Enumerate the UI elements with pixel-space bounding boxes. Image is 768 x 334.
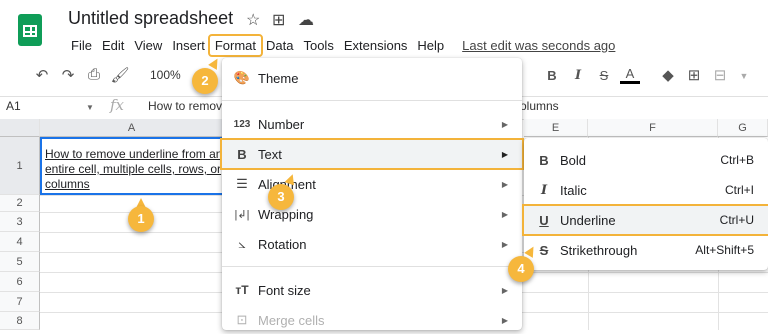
last-edit-link[interactable]: Last edit was seconds ago: [457, 36, 620, 55]
menu-item-theme[interactable]: 🎨 Theme: [222, 64, 522, 92]
menu-extensions[interactable]: Extensions: [339, 36, 413, 55]
row-header-5[interactable]: 5: [0, 252, 40, 272]
bold-icon: B: [539, 152, 549, 168]
submenu-arrow-icon: ▶: [501, 315, 508, 325]
shortcut-label: Ctrl+U: [719, 213, 754, 227]
undo-icon[interactable]: ↶: [32, 66, 52, 84]
menu-file[interactable]: File: [66, 36, 97, 55]
number-format-icon: 123: [233, 118, 251, 130]
submenu-arrow-icon: ▶: [501, 285, 508, 295]
redo-icon[interactable]: ↷: [58, 66, 78, 84]
italic-icon: I: [540, 182, 548, 198]
submenu-arrow-icon: ▶: [501, 179, 508, 189]
select-all-corner[interactable]: [0, 119, 40, 137]
text-color-icon[interactable]: A: [620, 66, 640, 84]
formula-input-overflow[interactable]: olumns: [520, 99, 559, 113]
menu-item-text[interactable]: B Text ▶: [220, 138, 524, 170]
menu-item-label: Theme: [258, 70, 299, 86]
row-header-8[interactable]: 8: [0, 312, 40, 330]
italic-icon[interactable]: I: [568, 68, 588, 83]
underline-icon: U: [539, 212, 549, 228]
menu-item-label: Underline: [560, 212, 616, 228]
merge-dropdown-icon[interactable]: ▼: [734, 71, 754, 81]
menu-item-label: Text: [258, 146, 282, 162]
submenu-item-italic[interactable]: I Italic Ctrl+I: [524, 176, 768, 204]
menu-item-wrapping[interactable]: |↲| Wrapping ▶: [222, 200, 522, 228]
column-header-e[interactable]: E: [524, 119, 588, 137]
merge-cells-icon: ⊡: [236, 312, 248, 327]
menu-item-rotation[interactable]: ⦣ Rotation ▶: [222, 230, 522, 258]
star-icon[interactable]: ☆: [246, 10, 260, 30]
print-icon[interactable]: ⎙: [84, 66, 104, 83]
text-submenu: B Bold Ctrl+B I Italic Ctrl+I U Underlin…: [522, 138, 768, 270]
borders-icon[interactable]: ⊞: [684, 66, 704, 84]
submenu-arrow-icon: ▶: [501, 149, 508, 159]
font-size-icon: тT: [235, 283, 249, 297]
text-wrap-icon: |↲|: [234, 208, 250, 221]
menu-item-label: Merge cells: [258, 312, 325, 328]
menu-item-font-size[interactable]: тT Font size ▶: [222, 276, 522, 304]
shortcut-label: Ctrl+B: [720, 153, 754, 167]
cloud-status-icon[interactable]: ☁: [298, 10, 314, 30]
align-left-icon: ☰: [236, 176, 248, 191]
name-box-dropdown-icon[interactable]: ▼: [86, 103, 94, 112]
column-header-a[interactable]: A: [40, 119, 224, 137]
menu-item-number[interactable]: 123 Number ▶: [222, 110, 522, 138]
row-header-4[interactable]: 4: [0, 232, 40, 252]
menu-divider: [222, 266, 522, 267]
submenu-arrow-icon: ▶: [501, 119, 508, 129]
menu-view[interactable]: View: [129, 36, 167, 55]
menu-item-label: Italic: [560, 182, 587, 198]
column-header-g[interactable]: G: [718, 119, 768, 137]
column-header-f[interactable]: F: [588, 119, 718, 137]
row-header-6[interactable]: 6: [0, 272, 40, 292]
menu-item-label: Bold: [560, 152, 587, 168]
sheets-logo[interactable]: [18, 14, 42, 46]
shortcut-label: Alt+Shift+5: [695, 243, 754, 257]
step-2-badge: 2: [192, 68, 218, 94]
menu-bar: File Edit View Insert Format Data Tools …: [66, 33, 620, 57]
submenu-item-underline[interactable]: U Underline Ctrl+U: [522, 204, 768, 236]
menu-insert[interactable]: Insert: [167, 36, 210, 55]
row-header-2[interactable]: 2: [0, 195, 40, 212]
menu-item-alignment[interactable]: ☰ Alignment ▶: [222, 170, 522, 198]
menu-item-label: Font size: [258, 282, 311, 298]
cell-a1-text: How to remove underline from an entire c…: [45, 147, 223, 191]
formula-input[interactable]: How to remov: [148, 99, 222, 113]
document-title[interactable]: Untitled spreadsheet: [68, 8, 233, 29]
step-4-badge: 4: [508, 256, 534, 282]
submenu-arrow-icon: ▶: [501, 209, 508, 219]
row-header-7[interactable]: 7: [0, 292, 40, 312]
menu-help[interactable]: Help: [412, 36, 449, 55]
shortcut-label: Ctrl+I: [724, 183, 754, 197]
row-header-1[interactable]: 1: [0, 137, 40, 195]
bold-icon[interactable]: B: [542, 68, 562, 83]
menu-format[interactable]: Format: [207, 33, 264, 57]
paint-format-icon[interactable]: 🖌: [110, 66, 130, 84]
submenu-item-strikethrough[interactable]: S Strikethrough Alt+Shift+5: [524, 236, 768, 264]
text-rotation-icon: ⦣: [238, 236, 246, 251]
submenu-arrow-icon: ▶: [501, 239, 508, 249]
menu-item-label: Number: [258, 116, 305, 132]
merge-cells-icon[interactable]: ⊟: [710, 66, 730, 84]
menu-item-label: Rotation: [258, 236, 307, 252]
submenu-item-bold[interactable]: B Bold Ctrl+B: [524, 146, 768, 174]
menu-item-label: Strikethrough: [560, 242, 638, 258]
menu-edit[interactable]: Edit: [97, 36, 129, 55]
strikethrough-icon[interactable]: S: [594, 68, 614, 83]
menu-divider: [222, 100, 522, 101]
fx-icon: fx: [110, 96, 125, 114]
format-menu: 🎨 Theme 123 Number ▶ B Text ▶ ☰ Alignmen…: [220, 58, 524, 330]
zoom-select[interactable]: 100%: [142, 64, 189, 86]
name-box[interactable]: A1: [6, 99, 21, 113]
step-3-badge: 3: [268, 184, 294, 210]
menu-data[interactable]: Data: [261, 36, 298, 55]
step-1-badge: 1: [128, 206, 154, 232]
menu-tools[interactable]: Tools: [298, 36, 338, 55]
move-folder-icon[interactable]: ⊞: [272, 10, 285, 30]
row-header-3[interactable]: 3: [0, 212, 40, 232]
palette-icon: 🎨: [233, 70, 251, 85]
fill-color-icon[interactable]: ◆: [658, 66, 678, 84]
bold-b-icon: B: [237, 146, 247, 162]
